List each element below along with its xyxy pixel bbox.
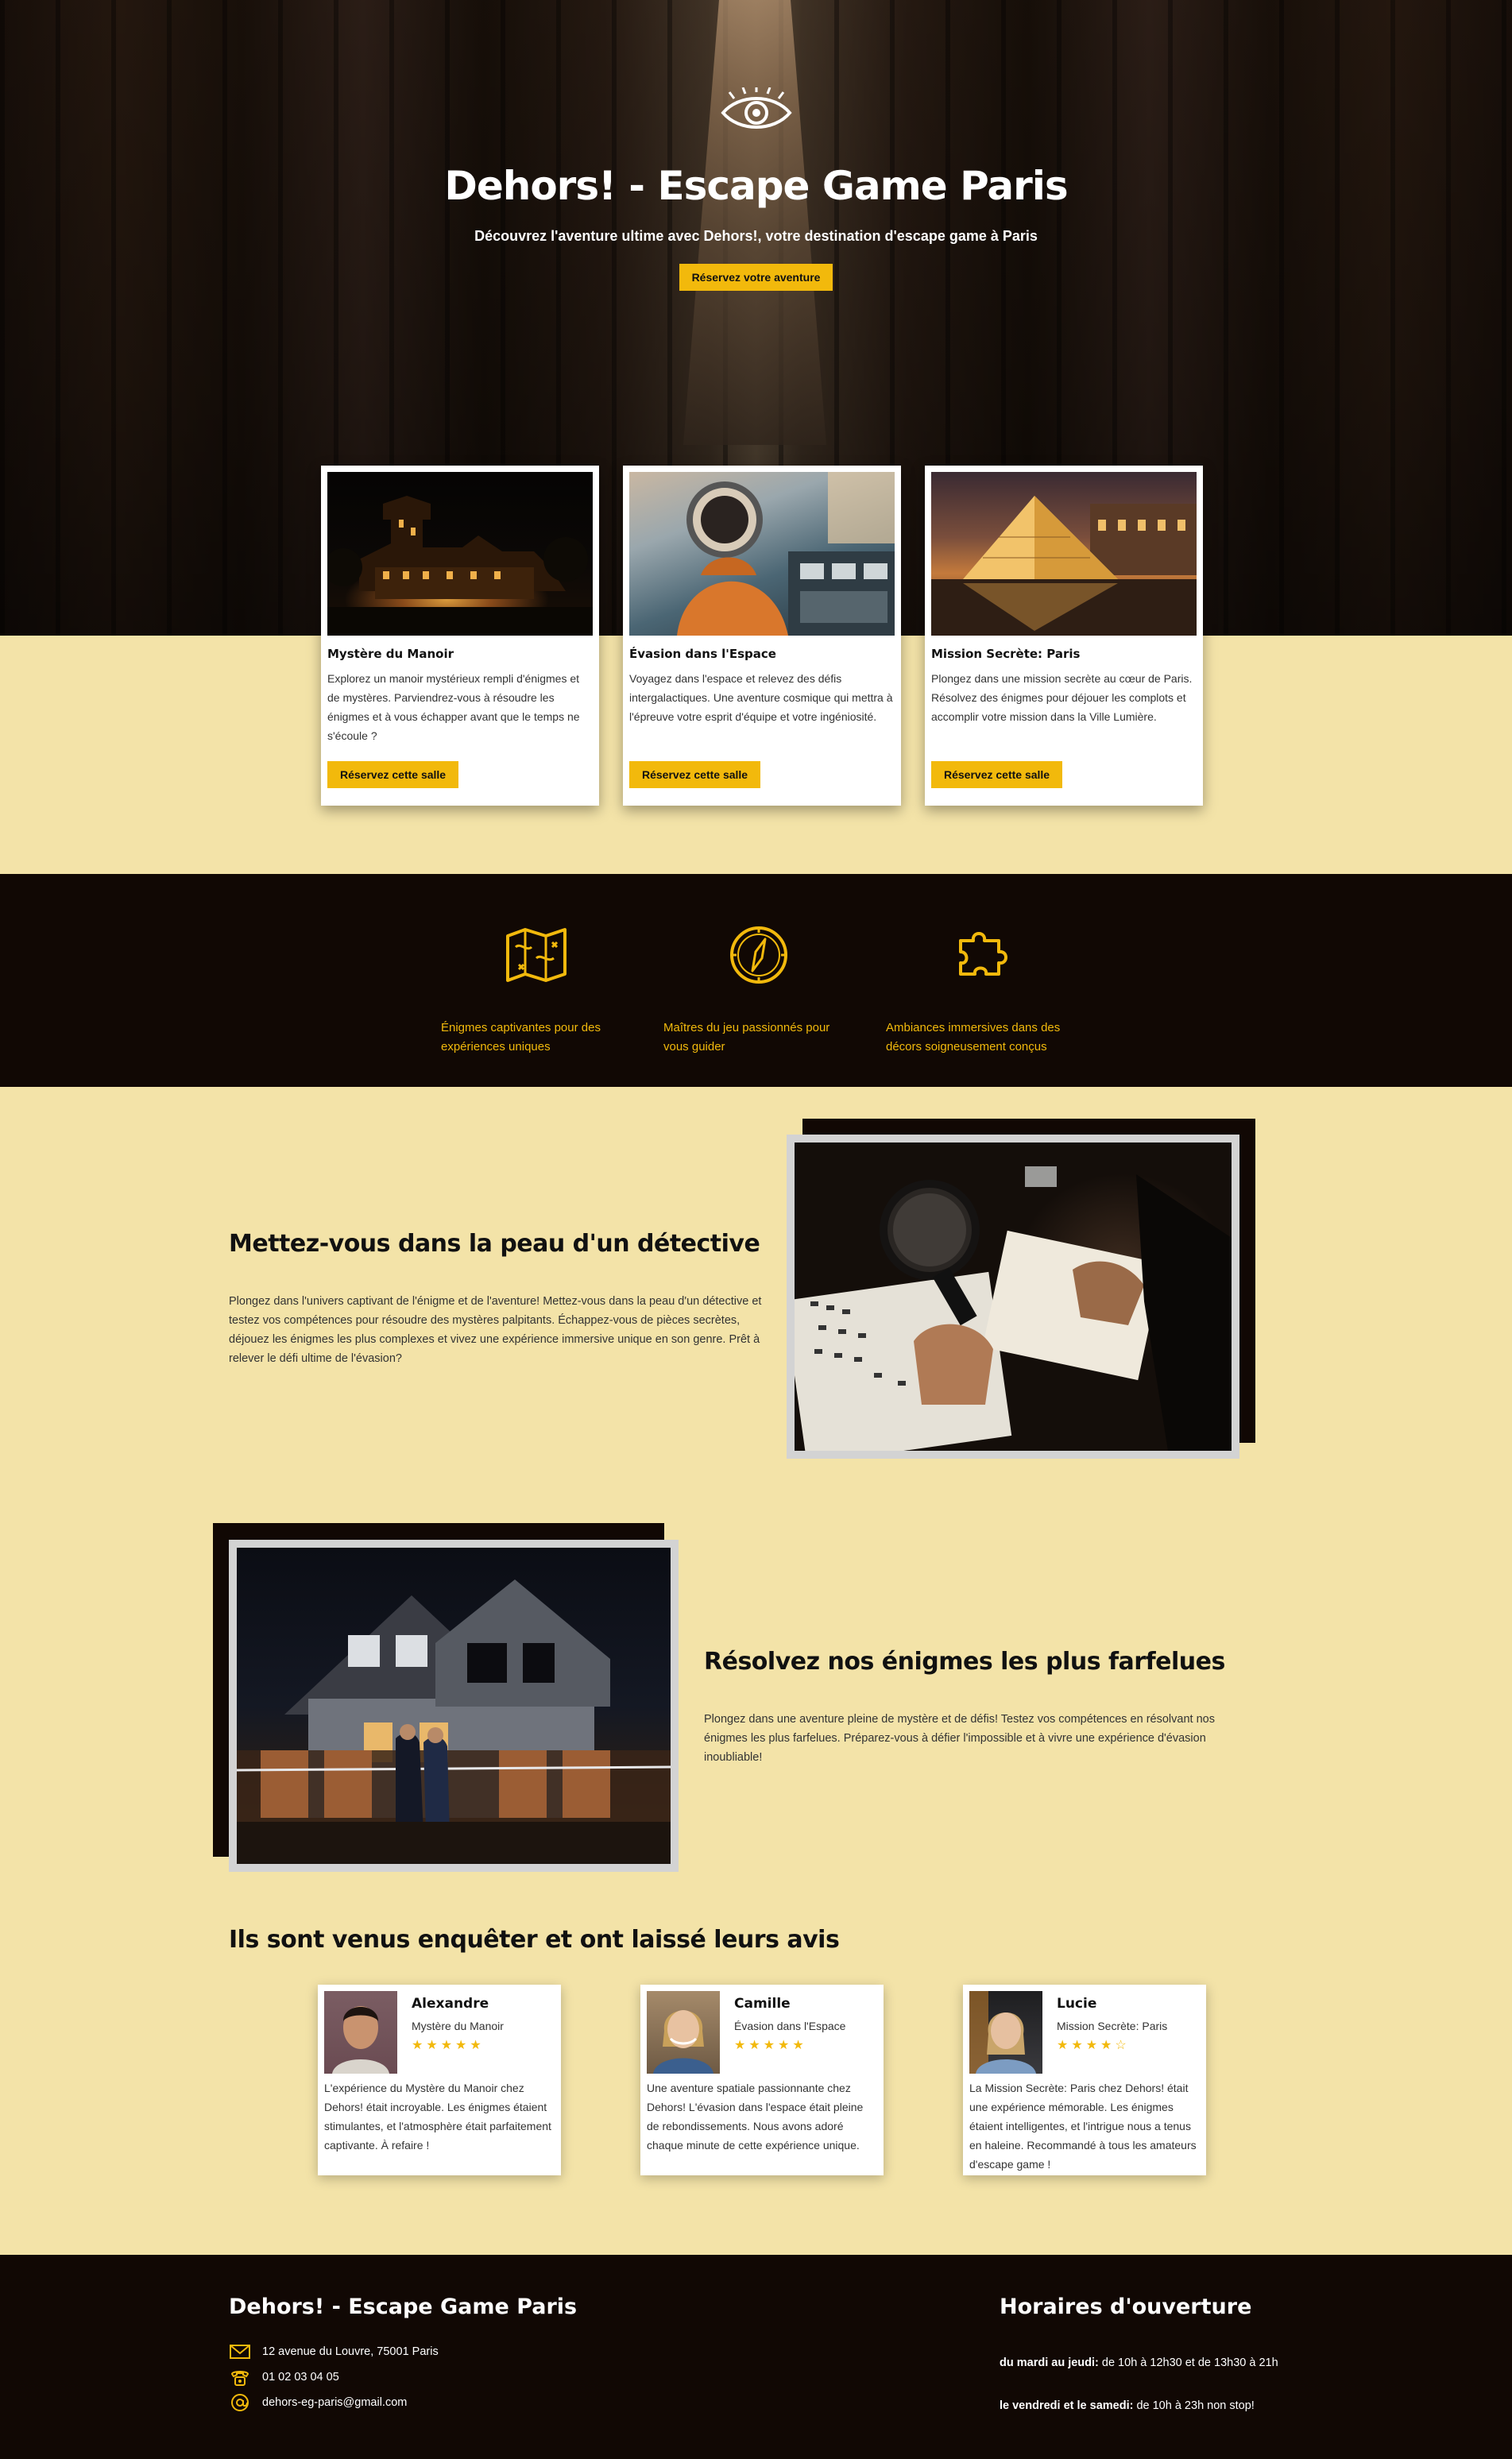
footer-title: Dehors! - Escape Game Paris: [229, 2295, 578, 2319]
reviewer-room: Mission Secrète: Paris: [1057, 2020, 1168, 2032]
room-description: Plongez dans une mission secrète au cœur…: [931, 672, 1193, 723]
phone-link[interactable]: 01 02 03 04 05: [262, 2371, 339, 2384]
review-text: L'expérience du Mystère du Manoir chez D…: [324, 2082, 551, 2152]
book-room-button[interactable]: Réservez cette salle: [327, 761, 459, 788]
review-card: Alexandre Mystère du Manoir ★★★★★ L'expé…: [318, 1985, 561, 2175]
room-description: Voyagez dans l'espace et relevez des déf…: [629, 672, 893, 723]
puzzles-text: Plongez dans une aventure pleine de myst…: [704, 1713, 1215, 1764]
puzzle-icon: [959, 932, 1007, 976]
envelope-icon: [230, 2345, 250, 2359]
hours-days: le vendredi et le samedi:: [1000, 2399, 1134, 2412]
hero-content: Dehors! - Escape Game Paris Découvrez l'…: [0, 87, 1512, 291]
room-title: Mission Secrète: Paris: [931, 647, 1081, 661]
detective-title: Mettez-vous dans la peau d'un détective: [229, 1230, 760, 1258]
detective-photo: [795, 1143, 1232, 1451]
avatar: [969, 1991, 1042, 2074]
book-adventure-button[interactable]: Réservez votre aventure: [679, 264, 833, 291]
address-text: 12 avenue du Louvre, 75001 Paris: [262, 2345, 439, 2358]
hours-row: le vendredi et le samedi: de 10h à 23h n…: [1000, 2399, 1255, 2412]
hours-time: de 10h à 12h30 et de 13h30 à 21h: [1098, 2357, 1278, 2369]
feature-text: Maîtres du jeu passionnés pour vous guid…: [663, 1021, 830, 1054]
footer: Dehors! - Escape Game Paris 12 avenue du…: [0, 2255, 1512, 2459]
book-room-button[interactable]: Réservez cette salle: [931, 761, 1063, 788]
room-description: Explorez un manoir mystérieux rempli d'é…: [327, 672, 580, 742]
hours-title: Horaires d'ouverture: [1000, 2295, 1252, 2319]
feature-item: Maîtres du jeu passionnés pour vous guid…: [663, 923, 846, 1057]
room-title: Mystère du Manoir: [327, 647, 454, 661]
room-image-paris: [931, 472, 1197, 636]
puzzles-title: Résolvez nos énigmes les plus farfelues: [704, 1648, 1225, 1676]
eye-icon: [720, 87, 792, 129]
rooms-section: Mystère du Manoir Explorez un manoir mys…: [321, 466, 1203, 807]
review-card: Camille Évasion dans l'Espace ★★★★★ Une …: [640, 1985, 884, 2175]
avatar: [647, 1991, 720, 2074]
reviewer-room: Évasion dans l'Espace: [734, 2020, 846, 2032]
reviews-title: Ils sont venus enquêter et ont laissé le…: [229, 1926, 840, 1954]
avatar: [324, 1991, 397, 2074]
compass-icon: [730, 926, 787, 984]
map-icon: [506, 928, 567, 982]
detective-text: Plongez dans l'univers captivant de l'én…: [229, 1295, 762, 1365]
room-card-paris: Mission Secrète: Paris Plongez dans une …: [925, 466, 1203, 806]
feature-text: Ambiances immersives dans des décors soi…: [886, 1021, 1061, 1054]
star-rating: ★★★★☆: [1057, 2039, 1130, 2052]
reviewer-name: Alexandre: [412, 1996, 489, 2012]
review-card: Lucie Mission Secrète: Paris ★★★★☆ La Mi…: [963, 1985, 1206, 2175]
room-card-manoir: Mystère du Manoir Explorez un manoir mys…: [321, 466, 599, 806]
contact-email: dehors-eg-paris@gmail.com: [229, 2393, 407, 2412]
contact-address: 12 avenue du Louvre, 75001 Paris: [229, 2342, 439, 2361]
reviewer-name: Lucie: [1057, 1996, 1097, 2012]
book-room-button[interactable]: Réservez cette salle: [629, 761, 761, 788]
email-link[interactable]: dehors-eg-paris@gmail.com: [262, 2396, 407, 2409]
review-text: La Mission Secrète: Paris chez Dehors! é…: [969, 2082, 1197, 2171]
hours-row: du mardi au jeudi: de 10h à 12h30 et de …: [1000, 2357, 1278, 2369]
hero-title: Dehors! - Escape Game Paris: [444, 163, 1068, 209]
star-rating: ★★★★★: [734, 2039, 807, 2052]
phone-icon: [230, 2371, 249, 2386]
reviewer-name: Camille: [734, 1996, 791, 2012]
hours-time: de 10h à 23h non stop!: [1133, 2399, 1255, 2412]
feature-item: Ambiances immersives dans des décors soi…: [886, 923, 1069, 1057]
review-text: Une aventure spatiale passionnante chez …: [647, 2082, 864, 2152]
feature-item: Énigmes captivantes pour des expériences…: [441, 923, 624, 1057]
room-title: Évasion dans l'Espace: [629, 647, 776, 661]
room-image-manoir: [327, 472, 593, 636]
puzzles-photo: [237, 1548, 671, 1864]
hero-subtitle: Découvrez l'aventure ultime avec Dehors!…: [474, 228, 1038, 244]
star-rating: ★★★★★: [412, 2039, 485, 2052]
contact-phone: 01 02 03 04 05: [229, 2368, 339, 2387]
detective-photo-frame: [787, 1135, 1239, 1459]
features-section: Énigmes captivantes pour des expériences…: [0, 874, 1512, 1087]
room-image-espace: [629, 472, 895, 636]
room-card-espace: Évasion dans l'Espace Voyagez dans l'esp…: [623, 466, 901, 806]
reviewer-room: Mystère du Manoir: [412, 2020, 504, 2032]
feature-text: Énigmes captivantes pour des expériences…: [441, 1021, 601, 1054]
at-icon: [231, 2394, 249, 2411]
puzzles-photo-frame: [229, 1540, 679, 1872]
hours-days: du mardi au jeudi:: [1000, 2357, 1099, 2369]
